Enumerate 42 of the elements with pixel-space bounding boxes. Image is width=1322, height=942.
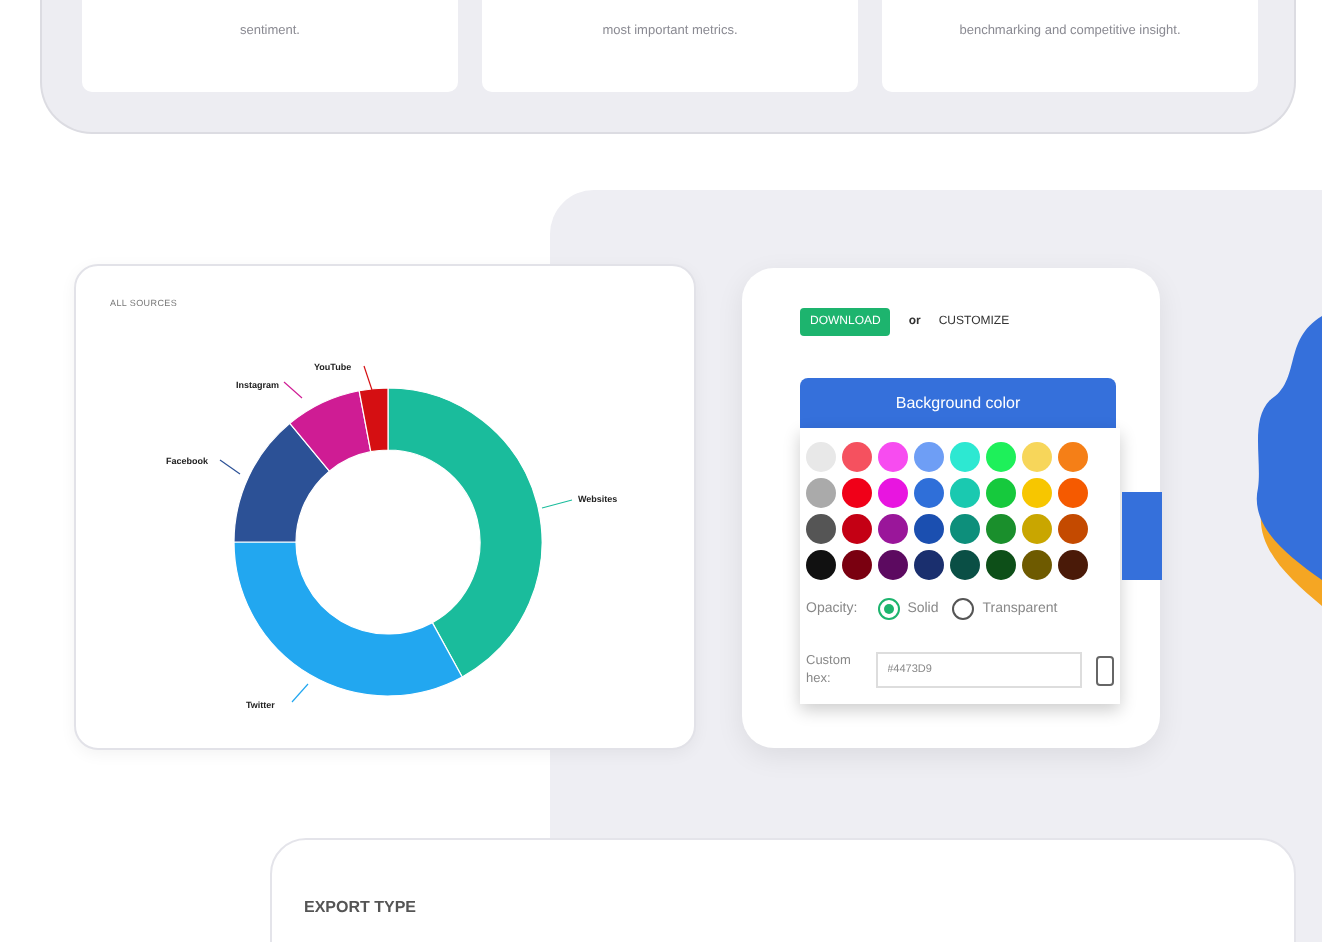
color-swatch[interactable]: [806, 478, 836, 508]
color-swatch[interactable]: [986, 478, 1016, 508]
color-swatch[interactable]: [914, 550, 944, 580]
color-swatch[interactable]: [842, 550, 872, 580]
export-type-title: EXPORT TYPE: [304, 898, 417, 916]
leader-line: [541, 499, 573, 509]
color-swatch[interactable]: [842, 514, 872, 544]
color-swatch[interactable]: [914, 514, 944, 544]
color-swatch[interactable]: [878, 442, 908, 472]
leader-line: [363, 365, 373, 391]
color-swatch[interactable]: [1058, 514, 1088, 544]
color-swatch[interactable]: [986, 514, 1016, 544]
color-swatch[interactable]: [1022, 478, 1052, 508]
color-swatch[interactable]: [1058, 478, 1088, 508]
apply-button[interactable]: [1096, 655, 1114, 686]
leader-line: [283, 381, 303, 399]
color-swatch[interactable]: [1022, 442, 1052, 472]
leader-line: [291, 683, 309, 703]
color-swatch[interactable]: [878, 478, 908, 508]
color-swatch[interactable]: [1022, 550, 1052, 580]
color-swatch[interactable]: [986, 550, 1016, 580]
color-swatch[interactable]: [914, 478, 944, 508]
leader-line: [219, 459, 241, 475]
color-swatch[interactable]: [950, 550, 980, 580]
color-swatch[interactable]: [806, 514, 836, 544]
color-swatch[interactable]: [950, 478, 980, 508]
background-color-button[interactable]: Background color: [800, 378, 1116, 428]
radio-button[interactable]: [952, 598, 975, 620]
color-swatch[interactable]: [1058, 442, 1088, 472]
color-swatch[interactable]: [842, 442, 872, 472]
color-swatch[interactable]: [1022, 514, 1052, 544]
color-bar: [1122, 492, 1162, 580]
color-swatch[interactable]: [878, 514, 908, 544]
color-swatch[interactable]: [878, 550, 908, 580]
color-swatch[interactable]: [842, 478, 872, 508]
color-swatch[interactable]: [950, 442, 980, 472]
color-swatch[interactable]: [914, 442, 944, 472]
color-swatch[interactable]: [950, 514, 980, 544]
color-swatch[interactable]: [1058, 550, 1088, 580]
color-swatch[interactable]: [986, 442, 1016, 472]
radio-button[interactable]: [877, 598, 900, 620]
color-swatch[interactable]: [806, 550, 836, 580]
